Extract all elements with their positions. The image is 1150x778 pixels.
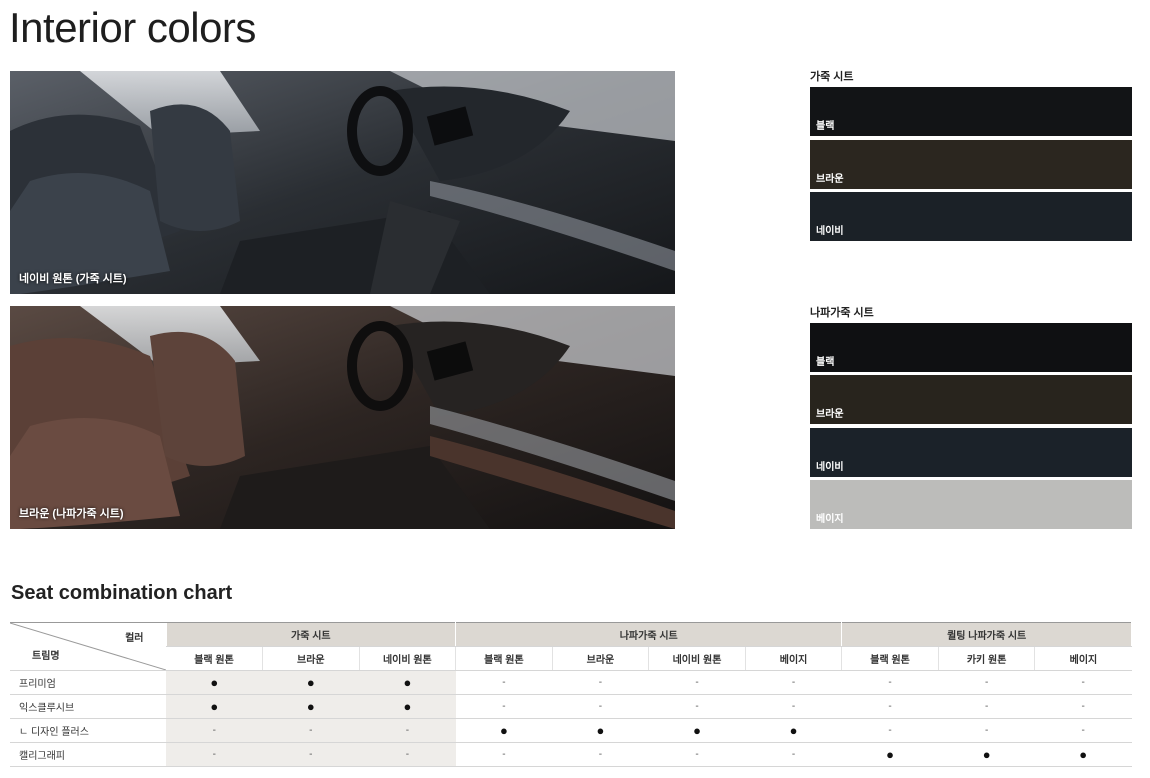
table-cell: - [166,718,263,743]
interior-illustration-navy [10,71,675,294]
table-cell: - [648,694,746,719]
table-cell: - [841,694,939,719]
interior-photo-brown: 브라운 (나파가죽 시트) [10,306,675,529]
color-swatch-brown[interactable]: 브라운 [810,375,1132,424]
table-cell: - [455,742,553,767]
column-header: 베이지 [744,646,842,671]
table-cell: ● [648,718,746,743]
swatch-label: 네이비 [816,462,844,473]
column-header: 베이지 [1034,646,1132,671]
color-swatch-black[interactable]: 블랙 [810,323,1132,372]
group-header: 가죽 시트 [165,622,457,647]
photo-caption: 네이비 원톤 (가죽 시트) [19,273,127,285]
table-cell: - [1034,670,1132,695]
trim-name: 캘리그래피 [10,742,166,767]
swatch-group-title: 나파가죽 시트 [810,307,874,319]
trim-name: ㄴ 디자인 플러스 [10,718,166,743]
table-cell: ● [166,670,263,695]
interior-illustration-brown [10,306,675,529]
table-cell: - [359,742,456,767]
page-title: Interior colors [9,4,256,51]
table-cell: - [1034,694,1132,719]
column-header: 브라운 [551,646,649,671]
table-cell: - [552,742,649,767]
seat-combination-title: Seat combination chart [11,582,233,604]
column-header: 카키 원톤 [937,646,1035,671]
swatch-label: 네이비 [816,226,844,237]
column-header: 블랙 원톤 [166,646,263,671]
table-cell: - [938,670,1035,695]
table-cell: ● [262,670,360,695]
table-row: 캘리그래피 - - - - - - - ● ● ● [10,742,1132,767]
table-cell: - [455,694,553,719]
swatch-label: 브라운 [816,409,844,420]
table-row: 익스클루시브 ● ● ● - - - - - - - [10,694,1132,719]
corner-color-label: 컬러 [125,633,144,644]
swatch-label: 블랙 [816,357,835,368]
table-cell: - [552,694,649,719]
column-header: 네이비 원톤 [648,646,746,671]
table-cell: - [938,694,1035,719]
interior-photo-navy: 네이비 원톤 (가죽 시트) [10,71,675,294]
table-cell: - [648,742,746,767]
table-cell: - [262,742,360,767]
table-cell: - [552,670,649,695]
swatch-group-title: 가죽 시트 [810,71,854,83]
table-cell: - [359,718,456,743]
photo-caption: 브라운 (나파가죽 시트) [19,508,124,520]
table-row: ㄴ 디자인 플러스 - - - ● ● ● ● - - - [10,718,1132,743]
column-header: 네이비 원톤 [358,646,456,671]
table-cell: ● [166,694,263,719]
table-cell: ● [359,670,456,695]
swatch-label: 블랙 [816,121,835,132]
table-row: 프리미엄 ● ● ● - - - - - - - [10,670,1132,695]
table-cell: - [938,718,1035,743]
table-cell: - [745,670,842,695]
color-swatch-navy[interactable]: 네이비 [810,192,1132,241]
table-cell: ● [938,742,1035,767]
table-corner-header: 컬러 트림명 [10,622,166,671]
table-cell: ● [841,742,939,767]
seat-combination-table: 컬러 트림명 가죽 시트 나파가죽 시트 퀼팅 나파가죽 시트 블랙 원톤 브라… [10,622,1132,767]
table-cell: - [648,670,746,695]
trim-name: 익스클루시브 [10,694,166,719]
table-cell: ● [745,718,842,743]
swatch-label: 브라운 [816,174,844,185]
trim-name: 프리미엄 [10,670,166,695]
corner-trim-label: 트림명 [32,651,60,662]
table-cell: - [745,742,842,767]
color-swatch-black[interactable]: 블랙 [810,87,1132,136]
column-header: 블랙 원톤 [455,646,553,671]
color-swatch-brown[interactable]: 브라운 [810,140,1132,189]
group-header: 퀼팅 나파가죽 시트 [841,622,1132,647]
table-cell: ● [1034,742,1132,767]
column-header: 브라운 [262,646,360,671]
table-cell: - [841,718,939,743]
table-cell: ● [262,694,360,719]
column-header: 블랙 원톤 [841,646,939,671]
table-cell: - [1034,718,1132,743]
table-cell: - [166,742,263,767]
table-cell: ● [359,694,456,719]
swatch-label: 베이지 [816,514,844,525]
table-cell: - [745,694,842,719]
table-cell: - [841,670,939,695]
color-swatch-beige[interactable]: 베이지 [810,480,1132,529]
table-cell: ● [552,718,649,743]
group-header: 나파가죽 시트 [455,622,843,647]
table-cell: ● [455,718,553,743]
table-cell: - [262,718,360,743]
table-cell: - [455,670,553,695]
color-swatch-navy[interactable]: 네이비 [810,428,1132,477]
